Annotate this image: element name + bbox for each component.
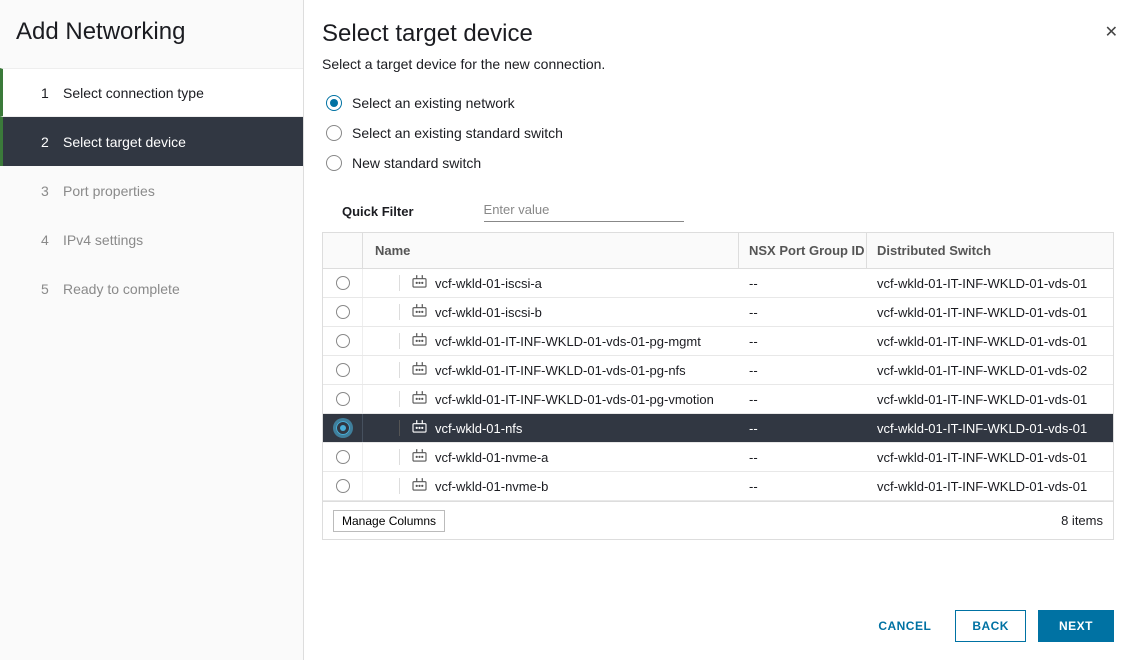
wizard-footer: CANCEL BACK NEXT xyxy=(322,598,1114,642)
page-subtitle: Select a target device for the new conne… xyxy=(322,56,1114,72)
row-radio-icon[interactable] xyxy=(336,392,350,406)
radio-label: New standard switch xyxy=(352,155,481,171)
column-distributed-switch[interactable]: Distributed Switch xyxy=(867,233,1113,268)
network-name: vcf-wkld-01-nvme-a xyxy=(435,450,548,465)
portgroup-icon xyxy=(412,304,427,320)
distributed-switch: vcf-wkld-01-IT-INF-WKLD-01-vds-01 xyxy=(867,298,1113,326)
step-number: 4 xyxy=(41,232,63,248)
table-row[interactable]: vcf-wkld-01-IT-INF-WKLD-01-vds-01-pg-nfs… xyxy=(323,356,1113,385)
row-radio-icon[interactable] xyxy=(336,450,350,464)
column-nsx-port-group-id[interactable]: NSX Port Group ID xyxy=(739,233,867,268)
row-radio-icon[interactable] xyxy=(336,334,350,348)
nsx-port-group-id: -- xyxy=(739,385,867,413)
step-label: Port properties xyxy=(63,183,155,199)
wizard-sidebar: Add Networking 1Select connection type2S… xyxy=(0,0,304,660)
nsx-port-group-id: -- xyxy=(739,414,867,442)
page-title: Select target device xyxy=(322,20,1114,48)
network-name: vcf-wkld-01-nfs xyxy=(435,421,522,436)
portgroup-icon xyxy=(412,362,427,378)
step-label: IPv4 settings xyxy=(63,232,143,248)
table-row[interactable]: vcf-wkld-01-IT-INF-WKLD-01-vds-01-pg-vmo… xyxy=(323,385,1113,414)
row-radio-icon[interactable] xyxy=(336,276,350,290)
wizard-main: ✕ Select target device Select a target d… xyxy=(304,0,1132,660)
step-label: Select connection type xyxy=(63,85,204,101)
step-label: Select target device xyxy=(63,134,186,150)
portgroup-icon xyxy=(412,275,427,291)
quick-filter-input[interactable] xyxy=(484,200,684,222)
row-radio-icon[interactable] xyxy=(336,305,350,319)
radio-icon xyxy=(326,125,342,141)
table-row[interactable]: vcf-wkld-01-iscsi-b -- vcf-wkld-01-IT-IN… xyxy=(323,298,1113,327)
nsx-port-group-id: -- xyxy=(739,472,867,500)
row-radio-icon[interactable] xyxy=(336,421,350,435)
network-name: vcf-wkld-01-IT-INF-WKLD-01-vds-01-pg-nfs xyxy=(435,363,686,378)
table-row[interactable]: vcf-wkld-01-iscsi-a -- vcf-wkld-01-IT-IN… xyxy=(323,269,1113,298)
portgroup-icon xyxy=(412,391,427,407)
column-name[interactable]: Name xyxy=(363,233,739,268)
distributed-switch: vcf-wkld-01-IT-INF-WKLD-01-vds-01 xyxy=(867,385,1113,413)
nsx-port-group-id: -- xyxy=(739,443,867,471)
step-number: 1 xyxy=(41,85,63,101)
network-name: vcf-wkld-01-IT-INF-WKLD-01-vds-01-pg-mgm… xyxy=(435,334,701,349)
nsx-port-group-id: -- xyxy=(739,327,867,355)
network-name: vcf-wkld-01-iscsi-a xyxy=(435,276,542,291)
nsx-port-group-id: -- xyxy=(739,356,867,384)
portgroup-icon xyxy=(412,478,427,494)
distributed-switch: vcf-wkld-01-IT-INF-WKLD-01-vds-01 xyxy=(867,472,1113,500)
cancel-button[interactable]: CANCEL xyxy=(866,611,943,641)
network-name: vcf-wkld-01-nvme-b xyxy=(435,479,548,494)
radio-label: Select an existing standard switch xyxy=(352,125,563,141)
target-type-radio-0[interactable]: Select an existing network xyxy=(322,88,1114,118)
wizard-step-5: 5Ready to complete xyxy=(0,264,303,313)
row-radio-icon[interactable] xyxy=(336,363,350,377)
nsx-port-group-id: -- xyxy=(739,269,867,297)
step-number: 3 xyxy=(41,183,63,199)
table-header: Name NSX Port Group ID Distributed Switc… xyxy=(323,233,1113,269)
table-row[interactable]: vcf-wkld-01-nvme-b -- vcf-wkld-01-IT-INF… xyxy=(323,472,1113,501)
wizard-step-1[interactable]: 1Select connection type xyxy=(0,68,303,117)
radio-icon xyxy=(326,95,342,111)
next-button[interactable]: NEXT xyxy=(1038,610,1114,642)
wizard-title: Add Networking xyxy=(0,0,303,68)
nsx-port-group-id: -- xyxy=(739,298,867,326)
row-radio-icon[interactable] xyxy=(336,479,350,493)
table-row[interactable]: vcf-wkld-01-nfs -- vcf-wkld-01-IT-INF-WK… xyxy=(323,414,1113,443)
portgroup-icon xyxy=(412,420,427,436)
radio-label: Select an existing network xyxy=(352,95,515,111)
item-count: 8 items xyxy=(1061,513,1103,528)
distributed-switch: vcf-wkld-01-IT-INF-WKLD-01-vds-01 xyxy=(867,414,1113,442)
distributed-switch: vcf-wkld-01-IT-INF-WKLD-01-vds-01 xyxy=(867,269,1113,297)
wizard-step-3: 3Port properties xyxy=(0,166,303,215)
step-label: Ready to complete xyxy=(63,281,180,297)
wizard-step-2: 2Select target device xyxy=(0,117,303,166)
step-number: 2 xyxy=(41,134,63,150)
step-number: 5 xyxy=(41,281,63,297)
network-name: vcf-wkld-01-iscsi-b xyxy=(435,305,542,320)
close-icon[interactable]: ✕ xyxy=(1105,22,1118,42)
manage-columns-button[interactable]: Manage Columns xyxy=(333,510,445,532)
distributed-switch: vcf-wkld-01-IT-INF-WKLD-01-vds-01 xyxy=(867,443,1113,471)
target-type-radio-2[interactable]: New standard switch xyxy=(322,148,1114,178)
quick-filter-label: Quick Filter xyxy=(342,204,414,219)
network-name: vcf-wkld-01-IT-INF-WKLD-01-vds-01-pg-vmo… xyxy=(435,392,714,407)
radio-icon xyxy=(326,155,342,171)
table-row[interactable]: vcf-wkld-01-nvme-a -- vcf-wkld-01-IT-INF… xyxy=(323,443,1113,472)
portgroup-icon xyxy=(412,449,427,465)
distributed-switch: vcf-wkld-01-IT-INF-WKLD-01-vds-02 xyxy=(867,356,1113,384)
portgroup-icon xyxy=(412,333,427,349)
network-table: Name NSX Port Group ID Distributed Switc… xyxy=(322,232,1114,502)
back-button[interactable]: BACK xyxy=(955,610,1026,642)
target-type-radio-1[interactable]: Select an existing standard switch xyxy=(322,118,1114,148)
wizard-step-4: 4IPv4 settings xyxy=(0,215,303,264)
distributed-switch: vcf-wkld-01-IT-INF-WKLD-01-vds-01 xyxy=(867,327,1113,355)
table-row[interactable]: vcf-wkld-01-IT-INF-WKLD-01-vds-01-pg-mgm… xyxy=(323,327,1113,356)
